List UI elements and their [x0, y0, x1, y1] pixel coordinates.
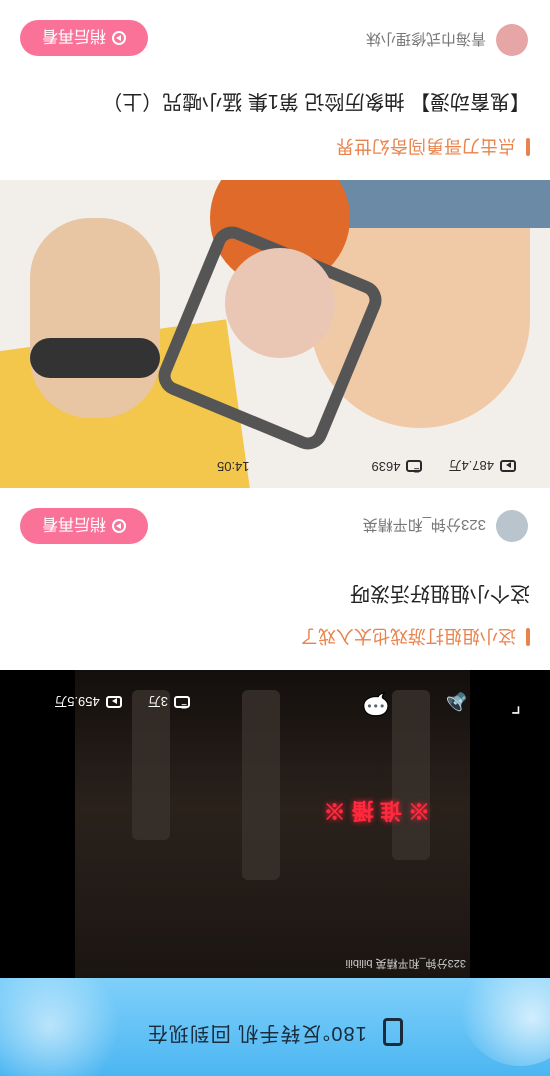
author-name[interactable]: 青海巾式修理小妹	[366, 30, 486, 51]
play-circle-icon	[112, 519, 127, 533]
danmaku-icon[interactable]: 💬	[362, 690, 390, 718]
player-controls: ⌜ 🔈 💬 3万 459.5万	[20, 682, 530, 722]
replay-label: 稍后再看	[42, 27, 107, 44]
video-1-tagline: 这小姐姐打游戏也太入戏了	[300, 624, 530, 650]
video-2-tagline-text: 点击刀哥勇闯奇幻世界	[336, 136, 516, 156]
replay-button-1[interactable]: 稍后再看	[20, 508, 148, 544]
video-2-title[interactable]: 【鬼畜动漫】 抽象历险记 第1集 猛小嘘咒（上）	[102, 89, 530, 118]
rotate-hint-text: 180°反转手机 回到现在	[0, 1018, 550, 1050]
video-2-stats: 487.4万 4639 14:05	[217, 457, 516, 476]
video-watermark: 323分钟_和平精英 bilibili	[345, 957, 466, 969]
cover-sunglasses	[30, 338, 160, 378]
video-1-author[interactable]: 323分钟_和平精英	[363, 510, 528, 542]
video-2-tagline: 点击刀哥勇闯奇幻世界	[336, 134, 530, 160]
video-duration: 14:05	[216, 459, 250, 474]
tag-bar	[526, 138, 530, 156]
play-circle-icon	[112, 31, 127, 45]
video-player[interactable]: 323分钟_和平精英 bilibili ※ 谁 播 ※ ⌜ 🔈 💬 3万 459…	[0, 670, 550, 978]
author-name[interactable]: 323分钟_和平精英	[363, 516, 486, 537]
tag-bar	[526, 628, 530, 646]
video-2-cover[interactable]: 487.4万 4639 14:05	[0, 180, 550, 488]
play-count: 487.4万	[448, 458, 494, 473]
play-count-icon	[500, 460, 516, 473]
video-2-author[interactable]: 青海巾式修理小妹	[366, 24, 528, 56]
author-avatar[interactable]	[496, 510, 528, 542]
danmaku-count-icon	[174, 696, 190, 709]
video-1-title[interactable]: 这个小姐姐好活泼呀	[350, 581, 530, 610]
video-stats: 3万 459.5万	[54, 693, 190, 712]
video-card-1[interactable]: 这小姐姐打游戏也太入戏了 这个小姐姐好活泼呀 323分钟_和平精英 稍后再看	[0, 488, 550, 670]
play-count: 459.5万	[54, 694, 100, 709]
video-effect-text: ※ 谁 播 ※	[323, 798, 430, 823]
phone-rotate-icon	[383, 1018, 404, 1047]
rotate-hint-label: 180°反转手机 回到现在	[146, 1022, 367, 1044]
author-avatar[interactable]	[496, 24, 528, 56]
rotated-screen: 180°反转手机 回到现在 323分钟_和平精英 bilibili ※ 谁 播 …	[0, 0, 550, 1076]
danmaku-count-icon	[406, 460, 423, 473]
fullscreen-icon[interactable]: ⌜	[502, 690, 530, 718]
danmaku-count: 4639	[371, 459, 401, 474]
replay-button-2[interactable]: 稍后再看	[20, 20, 148, 56]
cover-face-right	[30, 218, 160, 418]
play-count-icon	[105, 696, 122, 709]
cover-baby-face	[225, 248, 335, 358]
mute-icon[interactable]: 🔈	[440, 690, 468, 718]
video-card-2[interactable]: 点击刀哥勇闯奇幻世界 【鬼畜动漫】 抽象历险记 第1集 猛小嘘咒（上） 青海巾式…	[0, 0, 550, 180]
replay-label: 稍后再看	[42, 515, 107, 532]
danmaku-count: 3万	[147, 694, 168, 709]
rotate-hint-banner: 180°反转手机 回到现在	[0, 946, 550, 1076]
video-1-tagline-text: 这小姐姐打游戏也太入戏了	[300, 626, 516, 646]
